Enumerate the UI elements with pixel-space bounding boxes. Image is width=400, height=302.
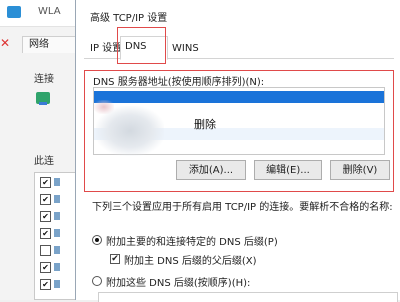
network-adapter-icon [7,6,21,18]
components-list[interactable]: ✔ ✔ ✔ ✔ ✔ ✔ [34,172,76,300]
component-icon [54,246,60,254]
tab-wins[interactable]: WINS [168,40,203,57]
component-checkbox[interactable]: ✔ [40,262,51,273]
background-window-title: WLA [38,6,61,17]
component-icon [54,212,60,220]
parent-suffix-label[interactable]: 附加主 DNS 后缀的父后缀(X) [124,252,257,267]
tab-strip: IP 设置 DNS WINS [84,36,394,60]
component-checkbox[interactable]: ✔ [40,228,51,239]
add-button[interactable]: 添加(A)... [176,160,246,180]
blurred-region [96,106,164,156]
component-icon [54,229,60,237]
tab-dns[interactable]: DNS [120,36,168,60]
dialog-title: 高级 TCP/IP 设置 [90,13,168,24]
component-icon [54,195,60,203]
parent-suffix-checkbox[interactable]: ✔ [110,254,120,264]
component-icon [54,263,60,271]
dns-servers-label: DNS 服务器地址(按使用顺序排列)(N): [93,77,265,88]
primary-suffix-label[interactable]: 附加主要的和连接特定的 DNS 后缀(P) [106,233,278,248]
close-icon[interactable]: ✕ [0,36,14,50]
component-checkbox[interactable]: ✔ [40,194,51,205]
these-suffixes-radio[interactable] [92,276,102,286]
delete-tooltip: 删除 [194,118,216,131]
background-titlebar: WLA [0,0,80,27]
edit-button[interactable]: 编辑(E)... [254,160,322,180]
dns-suffix-listbox[interactable] [98,292,398,302]
component-icon [54,178,60,186]
dns-server-selected-row[interactable] [94,91,384,103]
these-suffixes-label[interactable]: 附加这些 DNS 后缀(按顺序)(H): [106,274,250,289]
suffix-description: 下列三个设置应用于所有启用 TCP/IP 的连接。要解析不合格的名称: [92,202,393,213]
component-checkbox[interactable]: ✔ [40,279,51,290]
tab-network[interactable]: 网络 [22,36,78,53]
component-checkbox[interactable]: ✔ [40,177,51,188]
adapter-icon [36,92,50,105]
component-checkbox[interactable]: ✔ [40,211,51,222]
component-checkbox[interactable] [40,245,51,256]
items-label: 此连 [34,156,54,167]
background-window: WLA ✕ 网络 连接 此连 ✔ ✔ ✔ ✔ ✔ ✔ [0,0,81,300]
connect-using-label: 连接 [34,74,54,85]
primary-suffix-radio[interactable] [92,235,102,245]
remove-button[interactable]: 删除(V) [330,160,390,180]
advanced-tcpip-dialog: 高级 TCP/IP 设置 IP 设置 DNS WINS DNS 服务器地址(按使… [75,0,400,302]
component-icon [54,280,60,288]
dns-servers-listbox[interactable] [93,87,385,156]
